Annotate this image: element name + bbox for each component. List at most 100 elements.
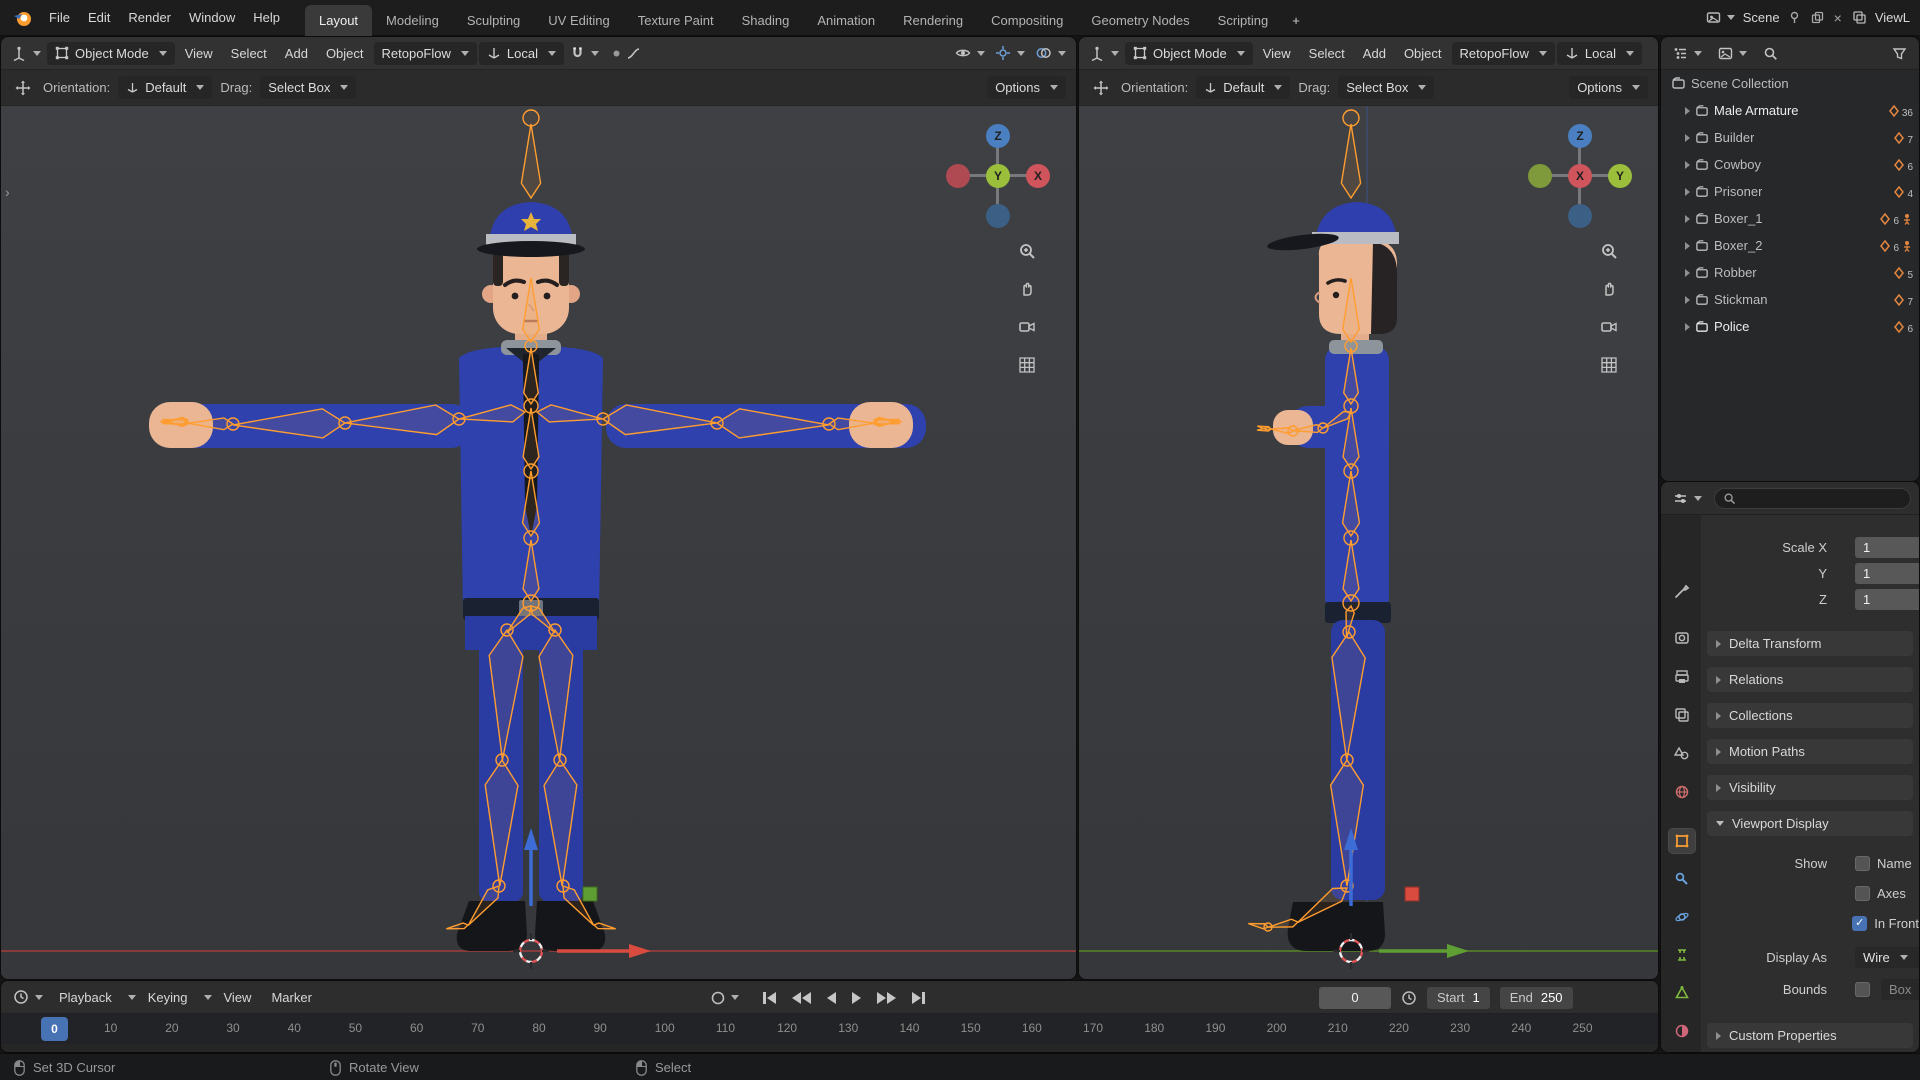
camera-view-icon[interactable] [1014, 314, 1040, 340]
pan-hand-icon[interactable] [1596, 276, 1622, 302]
object-data-properties-tab[interactable] [1669, 981, 1695, 1005]
axis-z-positive[interactable]: Z [1568, 124, 1592, 148]
tab-layout[interactable]: Layout [305, 4, 373, 36]
menu-select[interactable]: Select [223, 42, 275, 65]
expand-icon[interactable] [1685, 295, 1690, 304]
jump-to-start-button[interactable] [760, 989, 779, 1007]
bounds-dropdown[interactable]: Box [1881, 978, 1919, 1000]
duplicate-scene-icon[interactable] [1809, 9, 1826, 26]
show-axes-checkbox[interactable] [1855, 885, 1870, 901]
menu-edit[interactable]: Edit [79, 5, 119, 30]
mode-selector[interactable]: Object Mode [1125, 41, 1253, 65]
outliner-editor-type-icon[interactable] [1669, 43, 1706, 64]
section-viewport-display[interactable]: Viewport Display [1707, 811, 1913, 836]
scale-y-field[interactable]: 1 [1855, 562, 1919, 584]
expand-icon[interactable] [1685, 106, 1690, 115]
add-workspace-button[interactable]: + [1282, 5, 1310, 36]
expand-icon[interactable] [1685, 214, 1690, 223]
menu-add[interactable]: Add [277, 42, 316, 65]
show-gizmo-dropdown[interactable] [951, 42, 989, 64]
timeline-ruler[interactable]: 10 20 30 40 50 60 70 80 90 100 110 120 130 140 150 160 1… [1, 1014, 1658, 1044]
section-custom-properties[interactable]: Custom Properties [1707, 1023, 1913, 1048]
menu-object[interactable]: Object [1396, 42, 1450, 65]
play-reverse-button[interactable] [824, 989, 839, 1007]
prev-keyframe-button[interactable] [789, 989, 814, 1007]
menu-view[interactable]: View [177, 42, 221, 65]
scene-name[interactable]: Scene [1743, 10, 1780, 25]
axis-y-negative[interactable] [1528, 164, 1552, 188]
overlays-toggle[interactable] [1031, 42, 1070, 64]
tab-compositing[interactable]: Compositing [977, 5, 1077, 36]
orientation-default-dropdown[interactable]: Default [1196, 76, 1291, 99]
expand-icon[interactable] [1685, 160, 1690, 169]
properties-search-input[interactable] [1714, 487, 1911, 509]
tab-shading[interactable]: Shading [728, 5, 804, 36]
jump-to-end-button[interactable] [909, 989, 928, 1007]
proportional-editing-icon[interactable] [605, 43, 645, 64]
outliner-search-icon[interactable] [1759, 43, 1782, 64]
outliner-row[interactable]: Prisoner 4 [1661, 178, 1919, 205]
retopoflow-menu[interactable]: RetopoFlow [373, 41, 477, 65]
view-layer-name[interactable]: ViewL [1875, 10, 1910, 25]
options-dropdown[interactable]: Options [1569, 76, 1648, 99]
menu-window[interactable]: Window [180, 5, 244, 30]
grid-toggle-icon[interactable] [1014, 352, 1040, 378]
current-frame-field[interactable]: 0 [1319, 986, 1391, 1009]
clock-icon[interactable] [1401, 990, 1417, 1006]
bounds-checkbox[interactable] [1855, 981, 1870, 997]
tab-geometry-nodes[interactable]: Geometry Nodes [1077, 5, 1203, 36]
render-properties-tab[interactable] [1669, 626, 1695, 650]
outliner-row[interactable]: Boxer_1 6 [1661, 205, 1919, 232]
scale-handle[interactable] [1404, 886, 1420, 902]
outliner-row[interactable]: Builder 7 [1661, 124, 1919, 151]
axis-x-positive[interactable]: X [1026, 164, 1050, 188]
drag-mode-dropdown[interactable]: Select Box [260, 76, 357, 99]
tab-uv-editing[interactable]: UV Editing [534, 5, 623, 36]
menu-file[interactable]: File [40, 5, 79, 30]
axis-z-negative[interactable] [1568, 204, 1592, 228]
tab-sculpting[interactable]: Sculpting [453, 5, 534, 36]
view-layer-icon[interactable] [1850, 8, 1869, 27]
play-button[interactable] [849, 989, 864, 1007]
menu-object[interactable]: Object [318, 42, 372, 65]
axis-y-positive[interactable]: Y [986, 164, 1010, 188]
scale-x-field[interactable]: 1 [1855, 536, 1919, 558]
tab-scripting[interactable]: Scripting [1204, 5, 1283, 36]
outliner-row[interactable]: Stickman 7 [1661, 286, 1919, 313]
active-tool-icon[interactable] [11, 77, 35, 99]
section-motion-paths[interactable]: Motion Paths [1707, 739, 1913, 764]
grid-toggle-icon[interactable] [1596, 352, 1622, 378]
outliner-row[interactable]: Cowboy 6 [1661, 151, 1919, 178]
menu-select[interactable]: Select [1301, 42, 1353, 65]
outliner-row-scene-collection[interactable]: Scene Collection [1661, 70, 1919, 97]
scale-handle[interactable] [582, 886, 598, 902]
camera-view-icon[interactable] [1596, 314, 1622, 340]
properties-editor-type-icon[interactable] [1669, 488, 1706, 509]
pin-icon[interactable] [1786, 9, 1803, 26]
show-name-checkbox[interactable] [1855, 855, 1870, 871]
outliner-row[interactable]: Robber 5 [1661, 259, 1919, 286]
tab-animation[interactable]: Animation [803, 5, 889, 36]
end-frame-field[interactable]: End 250 [1499, 986, 1573, 1009]
constraint-properties-tab[interactable] [1669, 943, 1695, 967]
scene-properties-tab[interactable] [1669, 741, 1695, 765]
next-keyframe-button[interactable] [874, 989, 899, 1007]
section-relations[interactable]: Relations [1707, 667, 1913, 692]
menu-marker[interactable]: Marker [263, 986, 319, 1009]
menu-render[interactable]: Render [119, 5, 180, 30]
axis-x-negative[interactable] [946, 164, 970, 188]
zoom-icon[interactable] [1014, 238, 1040, 264]
tab-rendering[interactable]: Rendering [889, 5, 977, 36]
viewport-canvas-front[interactable]: › Z Y X [1, 106, 1076, 979]
axis-z-negative[interactable] [986, 204, 1010, 228]
zoom-icon[interactable] [1596, 238, 1622, 264]
expand-icon[interactable] [1685, 322, 1690, 331]
modifier-properties-tab[interactable] [1669, 867, 1695, 891]
navigation-gizmo[interactable]: Z X Y [1528, 124, 1632, 228]
snap-magnet-icon[interactable] [566, 43, 603, 64]
options-dropdown[interactable]: Options [987, 76, 1066, 99]
outliner-row-active[interactable]: Police 6 [1661, 313, 1919, 340]
active-tool-icon[interactable] [1089, 77, 1113, 99]
blender-logo-icon[interactable] [12, 7, 34, 29]
menu-view[interactable]: View [1255, 42, 1299, 65]
